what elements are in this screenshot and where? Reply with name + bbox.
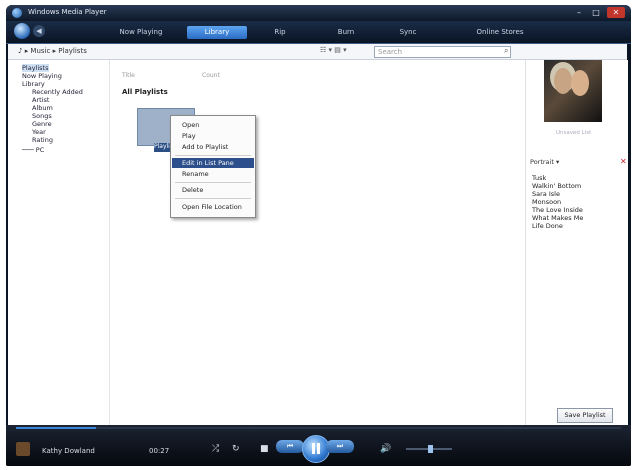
maximize-button[interactable]: □ — [589, 7, 603, 18]
back-orb-icon[interactable] — [14, 23, 30, 39]
album-art-face — [571, 70, 589, 96]
clear-list-icon[interactable]: ✕ — [620, 157, 627, 166]
app-icon — [12, 8, 22, 18]
search-icon[interactable]: ⌕ — [504, 46, 514, 56]
list-item[interactable]: Monsoon — [532, 198, 561, 206]
list-pane-header[interactable]: Portrait ▾ — [530, 158, 624, 168]
album-art-face — [554, 68, 572, 94]
mini-album-art[interactable] — [16, 442, 30, 456]
previous-button[interactable]: ⏮ — [276, 440, 304, 453]
content-pane: Title Count All Playlists Playlist Open … — [110, 60, 524, 425]
list-item[interactable]: Tusk — [532, 174, 546, 182]
close-button[interactable]: ✕ — [607, 7, 625, 18]
nav-item-album[interactable]: Album — [32, 104, 53, 112]
next-button[interactable]: ⏭ — [326, 440, 354, 453]
list-pane: Unsaved List Portrait ▾ ✕ Tusk Walkin' B… — [525, 60, 628, 425]
nav-item-artist[interactable]: Artist — [32, 96, 49, 104]
album-caption: Unsaved List — [556, 130, 592, 136]
tab-now-playing[interactable]: Now Playing — [106, 26, 176, 39]
nav-item-rating[interactable]: Rating — [32, 136, 53, 144]
tab-sync[interactable]: Sync — [386, 26, 430, 39]
window-title: Windows Media Player — [28, 8, 107, 16]
pause-icon — [312, 443, 315, 454]
menu-item-open[interactable]: Open — [172, 120, 254, 130]
nav-item-other-library[interactable]: ─── PC — [22, 146, 44, 154]
seek-bar[interactable] — [16, 427, 621, 429]
section-heading: All Playlists — [122, 88, 168, 96]
nav-item-year[interactable]: Year — [32, 128, 46, 136]
menu-item-play[interactable]: Play — [172, 131, 254, 141]
menu-item-add-to-playlist[interactable]: Add to Playlist — [172, 142, 254, 152]
nav-item-songs[interactable]: Songs — [32, 112, 52, 120]
menu-item-edit-in-list-pane[interactable]: Edit in List Pane — [172, 158, 254, 168]
menu-separator — [175, 198, 251, 199]
list-item[interactable]: Sara Isle — [532, 190, 560, 198]
repeat-icon[interactable]: ↻ — [232, 444, 240, 454]
pause-icon — [317, 443, 320, 454]
save-playlist-button[interactable]: Save Playlist — [557, 408, 613, 423]
app-window: Windows Media Player – □ ✕ ◀ Now Playing… — [6, 5, 631, 466]
list-item[interactable]: Life Done — [532, 222, 563, 230]
nav-item-now-playing[interactable]: Now Playing — [22, 72, 62, 80]
menu-item-delete[interactable]: Delete — [172, 185, 254, 195]
volume-knob[interactable] — [428, 445, 433, 453]
breadcrumb[interactable]: ♪ ▸ Music ▸ Playlists — [18, 47, 87, 55]
list-item[interactable]: Walkin' Bottom — [532, 182, 581, 190]
menu-separator — [175, 155, 251, 156]
mute-icon[interactable]: 🔊 — [380, 444, 391, 454]
nav-item-playlists[interactable]: Playlists — [22, 64, 49, 72]
tab-library[interactable]: Library — [187, 26, 247, 39]
library-main: Playlists Now Playing Library Recently A… — [8, 60, 628, 425]
column-header-count[interactable]: Count — [202, 72, 220, 79]
nav-item-recently-added[interactable]: Recently Added — [32, 88, 83, 96]
list-item[interactable]: What Makes Me — [532, 214, 583, 222]
navigation-pane: Playlists Now Playing Library Recently A… — [8, 60, 110, 425]
view-options-button[interactable]: ☷ ▾ ▤ ▾ — [320, 46, 360, 57]
tab-burn[interactable]: Burn — [324, 26, 368, 39]
navigation-bar: ◀ Now Playing Library Rip Burn Sync Onli… — [6, 21, 631, 44]
now-playing-text: Kathy Dowland — [42, 447, 95, 455]
minimize-button[interactable]: – — [572, 7, 586, 18]
list-item[interactable]: The Love Inside — [532, 206, 583, 214]
title-bar: Windows Media Player – □ ✕ — [6, 5, 631, 21]
search-input[interactable]: Search — [374, 46, 511, 58]
tab-rip[interactable]: Rip — [258, 26, 302, 39]
nav-item-genre[interactable]: Genre — [32, 120, 52, 128]
column-header-title[interactable]: Title — [122, 72, 135, 79]
menu-item-open-file-location[interactable]: Open File Location — [172, 202, 254, 212]
album-art — [544, 60, 602, 122]
library-toolbar: ♪ ▸ Music ▸ Playlists ☷ ▾ ▤ ▾ Search ⌕ — [8, 44, 627, 60]
forward-icon[interactable]: ◀ — [33, 25, 45, 37]
elapsed-time: 00:27 — [149, 447, 170, 455]
stop-icon[interactable]: ■ — [260, 444, 269, 454]
tab-online-stores[interactable]: Online Stores — [464, 26, 536, 39]
menu-separator — [175, 182, 251, 183]
shuffle-icon[interactable]: ⤮ — [212, 444, 219, 454]
seek-progress — [16, 427, 96, 429]
menu-item-rename[interactable]: Rename — [172, 169, 254, 179]
playback-controls: Kathy Dowland 00:27 ⤮ ↻ ■ ⏮ ⏭ 🔊 — [6, 425, 631, 466]
nav-item-library[interactable]: Library — [22, 80, 45, 88]
context-menu: Open Play Add to Playlist Edit in List P… — [170, 115, 256, 218]
